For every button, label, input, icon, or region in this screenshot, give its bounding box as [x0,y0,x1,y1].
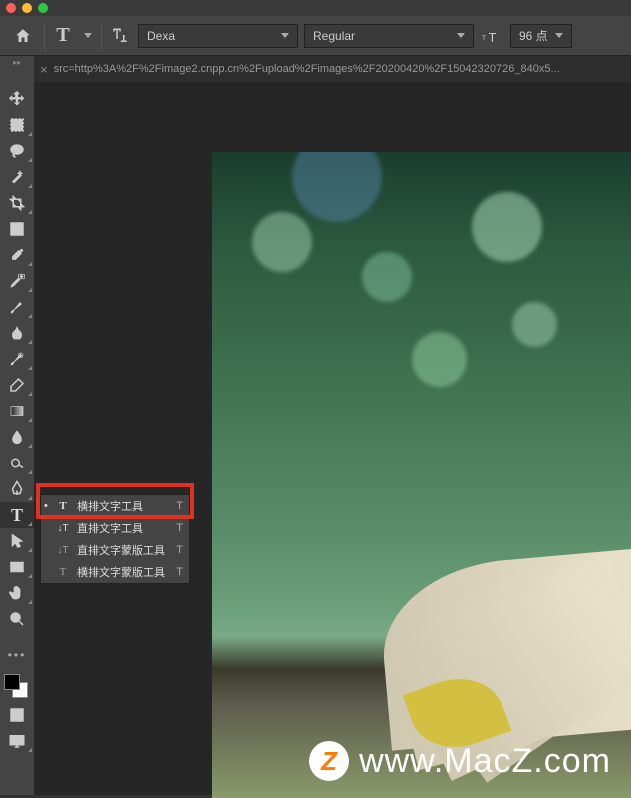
type-tool-icon[interactable]: T [51,24,75,48]
screen-mode-button[interactable] [0,728,34,754]
canvas-area [34,82,631,795]
flyout-label: 横排文字蒙版工具 [77,564,170,580]
eyedropper-tool[interactable] [0,242,34,268]
magic-wand-tool[interactable] [0,164,34,190]
history-brush-tool[interactable] [0,346,34,372]
zoom-tool[interactable] [0,606,34,632]
flyout-shortcut: T [176,522,183,534]
close-tab-icon[interactable]: × [40,62,48,77]
svg-text:T: T [482,35,486,42]
horizontal-type-mask-tool-item[interactable]: T 横排文字蒙版工具 T [41,561,189,583]
path-selection-tool[interactable] [0,528,34,554]
vertical-type-tool-item[interactable]: ↓T 直排文字工具 T [41,517,189,539]
horizontal-type-icon: T [55,500,71,512]
hand-tool[interactable] [0,580,34,606]
gradient-tool[interactable] [0,398,34,424]
minimize-window-button[interactable] [22,3,32,13]
type-tool[interactable]: T [0,502,34,528]
photo-content [212,152,631,798]
panel-handle-icon[interactable]: ▸▸ [13,58,21,67]
window-titlebar [0,0,631,16]
font-size-select[interactable]: 96 点 [510,24,572,48]
flyout-label: 直排文字工具 [77,520,170,536]
rectangle-tool[interactable] [0,554,34,580]
font-family-select[interactable]: Dexa [138,24,298,48]
watermark-text: www.MacZ.com [359,742,611,781]
vertical-type-mask-tool-item[interactable]: ↓T 直排文字蒙版工具 T [41,539,189,561]
divider [44,22,45,50]
close-window-button[interactable] [6,3,16,13]
lasso-tool[interactable] [0,138,34,164]
font-style-select[interactable]: Regular [304,24,474,48]
healing-brush-tool[interactable] [0,268,34,294]
chevron-down-icon [281,33,289,38]
tools-panel: ▸▸ [0,56,34,795]
chevron-down-icon [555,33,563,38]
quick-mask-button[interactable] [0,702,34,728]
options-bar: T Dexa Regular TT 96 点 [0,16,631,56]
divider [101,22,102,50]
pen-tool[interactable] [0,476,34,502]
horizontal-type-mask-icon: T [55,566,71,578]
horizontal-type-tool-item[interactable]: T 横排文字工具 T [41,495,189,517]
edit-toolbar-button[interactable]: ••• [0,642,34,668]
font-style-value: Regular [313,29,355,43]
brush-tool[interactable] [0,294,34,320]
dodge-tool[interactable] [0,450,34,476]
eraser-tool[interactable] [0,372,34,398]
move-tool[interactable] [0,86,34,112]
blur-tool[interactable] [0,424,34,450]
flyout-shortcut: T [176,566,183,578]
flyout-label: 横排文字工具 [77,498,170,514]
vertical-type-icon: ↓T [55,523,71,534]
font-family-value: Dexa [147,29,175,43]
clone-stamp-tool[interactable] [0,320,34,346]
color-swatches[interactable] [0,672,34,702]
tool-preset-dropdown[interactable] [81,33,95,38]
flyout-shortcut: T [176,544,183,556]
chevron-down-icon [457,33,465,38]
maximize-window-button[interactable] [38,3,48,13]
document-tab-bar: × src=http%3A%2F%2Fimage2.cnpp.cn%2Fuplo… [0,56,631,82]
font-size-icon: TT [480,24,504,48]
foreground-color-swatch[interactable] [4,674,20,690]
marquee-tool[interactable] [0,112,34,138]
text-orientation-button[interactable] [108,24,132,48]
home-button[interactable] [8,22,38,50]
vertical-type-mask-icon: ↓T [55,545,71,556]
watermark: Z www.MacZ.com [309,741,611,781]
svg-text:T: T [489,30,497,43]
frame-tool[interactable] [0,216,34,242]
flyout-label: 直排文字蒙版工具 [77,542,170,558]
document-tab[interactable]: × src=http%3A%2F%2Fimage2.cnpp.cn%2Fuplo… [40,62,560,77]
document-canvas[interactable] [212,152,631,798]
tab-title: src=http%3A%2F%2Fimage2.cnpp.cn%2Fupload… [54,63,560,75]
flyout-shortcut: T [176,500,183,512]
watermark-badge: Z [309,741,349,781]
crop-tool[interactable] [0,190,34,216]
font-size-value: 96 点 [519,27,548,44]
type-tool-flyout: T 横排文字工具 T ↓T 直排文字工具 T ↓T 直排文字蒙版工具 T T 横… [40,494,190,584]
